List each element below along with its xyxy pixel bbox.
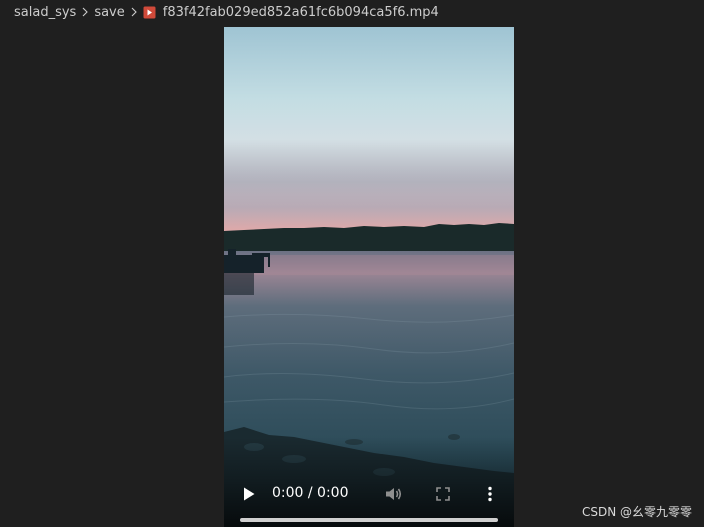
fullscreen-icon bbox=[436, 487, 450, 501]
play-button[interactable] bbox=[238, 482, 260, 506]
fullscreen-button[interactable] bbox=[431, 482, 455, 506]
breadcrumb: salad_sys save f83f42fab029ed852a61fc6b0… bbox=[0, 0, 704, 24]
video-file-icon bbox=[143, 6, 156, 19]
video-controls: 0:00 / 0:00 bbox=[224, 480, 514, 508]
chevron-right-icon bbox=[127, 5, 141, 19]
more-options-button[interactable] bbox=[480, 482, 500, 506]
breadcrumb-item-save[interactable]: save bbox=[94, 5, 124, 20]
play-icon bbox=[244, 487, 255, 501]
mute-button[interactable] bbox=[382, 482, 406, 506]
watermark: CSDN @幺零九零零 bbox=[581, 505, 692, 519]
chevron-right-icon bbox=[78, 5, 92, 19]
video-preview-window: salad_sys save f83f42fab029ed852a61fc6b0… bbox=[0, 0, 704, 527]
progress-bar[interactable] bbox=[240, 518, 498, 522]
more-vertical-icon bbox=[488, 486, 492, 502]
time-display: 0:00 / 0:00 bbox=[272, 485, 349, 501]
breadcrumb-item-salad-sys[interactable]: salad_sys bbox=[14, 5, 76, 20]
video-player[interactable]: 0:00 / 0:00 bbox=[224, 27, 514, 527]
breadcrumb-file-name[interactable]: f83f42fab029ed852a61fc6b094ca5f6.mp4 bbox=[163, 5, 439, 20]
volume-icon bbox=[386, 488, 402, 500]
